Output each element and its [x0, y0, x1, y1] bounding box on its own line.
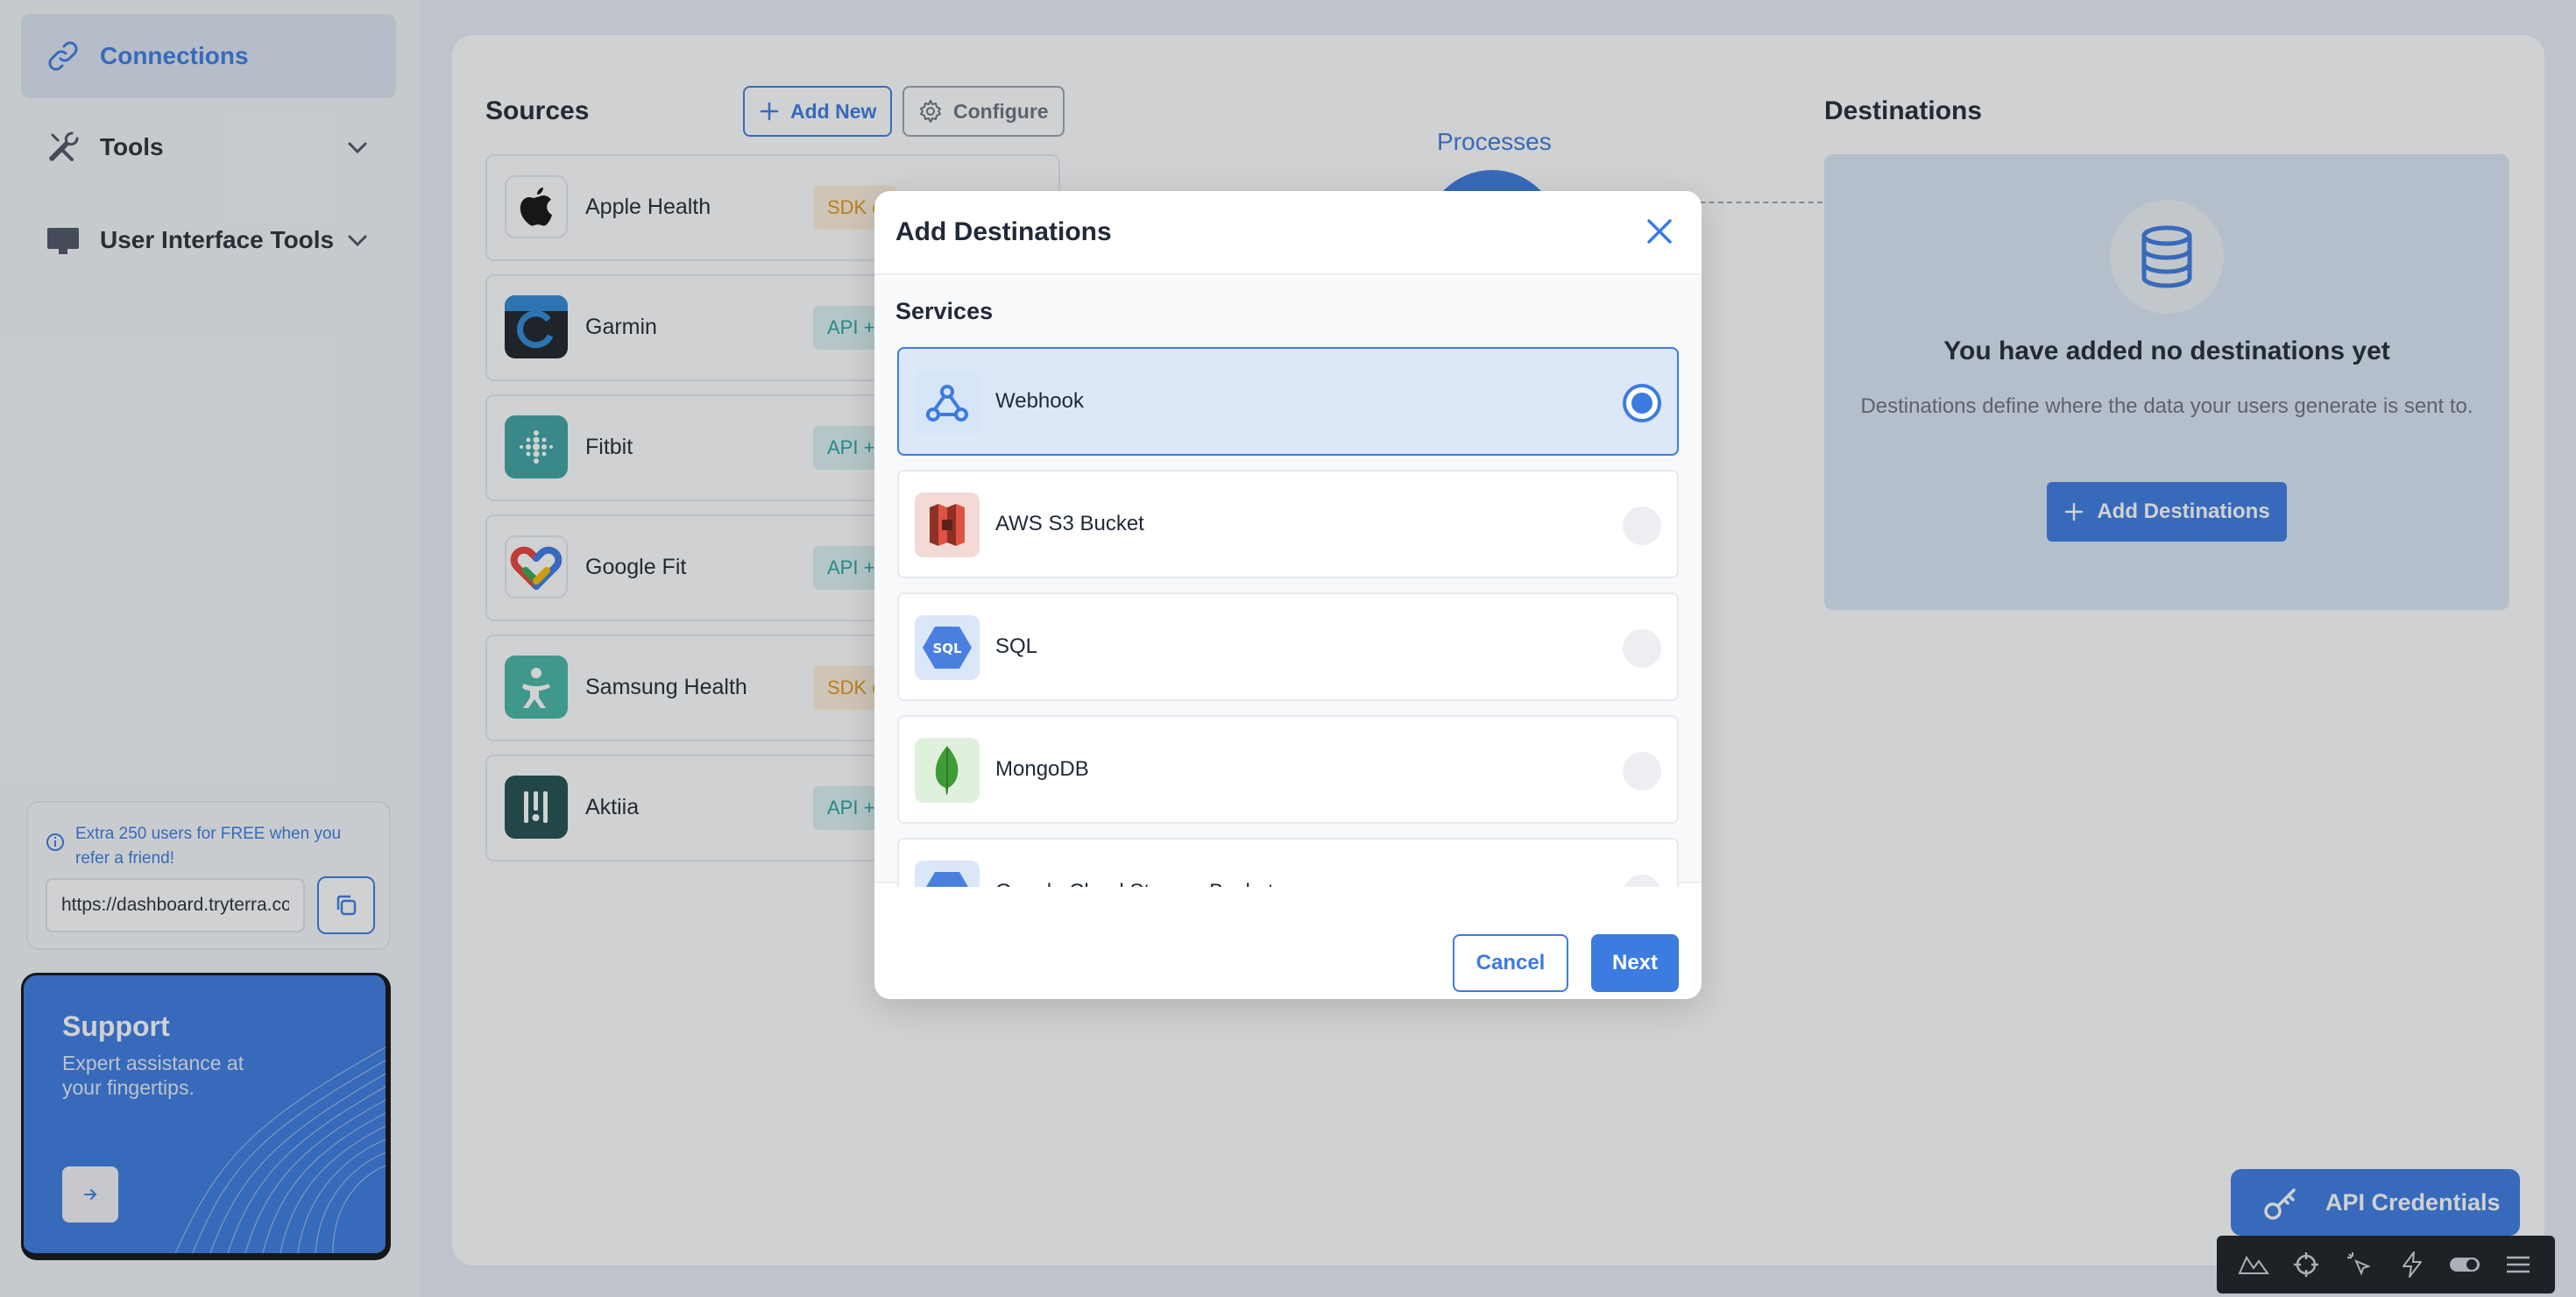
service-name: SQL — [995, 634, 1038, 658]
google-cloud-storage-icon — [915, 861, 980, 887]
service-option-google-cloud-storage[interactable]: Google Cloud Storage Bucket — [897, 838, 1679, 887]
mongodb-icon — [915, 738, 980, 803]
service-name: Webhook — [995, 389, 1084, 413]
service-radio[interactable] — [1623, 752, 1661, 790]
service-option-webhook[interactable]: Webhook — [897, 347, 1679, 456]
service-radio[interactable] — [1623, 384, 1661, 422]
modal-footer: Cancel Next — [874, 882, 1702, 999]
modal-title: Add Destinations — [895, 217, 1112, 246]
service-name: Google Cloud Storage Bucket — [995, 880, 1274, 887]
service-name: MongoDB — [995, 757, 1089, 781]
aws-s3-icon — [915, 493, 980, 557]
sql-logo-text: SQL — [932, 641, 962, 656]
webhook-icon — [915, 370, 980, 435]
services-section-label: Services — [895, 298, 994, 324]
service-radio[interactable] — [1623, 629, 1661, 668]
close-icon[interactable] — [1644, 216, 1675, 247]
modal-header: Add Destinations — [874, 191, 1702, 275]
cancel-button[interactable]: Cancel — [1453, 934, 1568, 992]
service-list-clip: Google Cloud Storage Bucket — [876, 824, 1700, 887]
service-option-aws-s3[interactable]: AWS S3 Bucket — [897, 470, 1679, 578]
service-option-sql[interactable]: SQL SQL — [897, 592, 1679, 701]
sql-icon: SQL — [915, 615, 980, 680]
next-button[interactable]: Next — [1591, 934, 1679, 992]
service-name: AWS S3 Bucket — [995, 512, 1144, 535]
service-option-mongodb[interactable]: MongoDB — [897, 715, 1679, 824]
service-radio[interactable] — [1623, 507, 1661, 545]
service-radio[interactable] — [1623, 875, 1661, 887]
